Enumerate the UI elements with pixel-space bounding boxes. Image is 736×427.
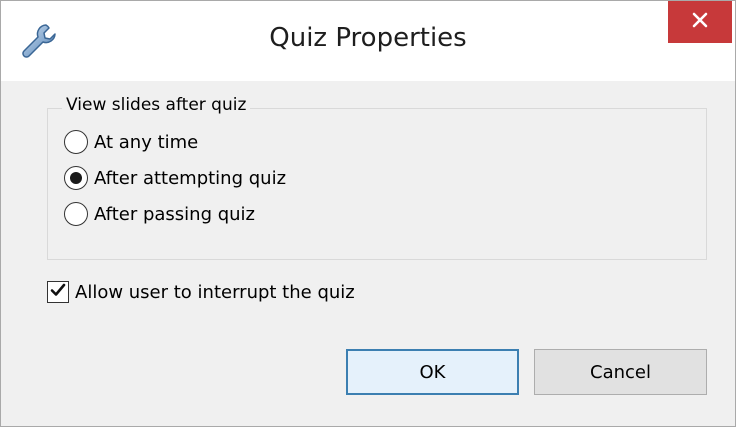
allow-interrupt-checkbox[interactable] — [47, 281, 69, 303]
radio-circle[interactable] — [64, 166, 88, 190]
radio-selected-dot — [70, 172, 82, 184]
radio-circle[interactable] — [64, 202, 88, 226]
view-slides-groupbox: View slides after quiz At any time After… — [47, 95, 707, 260]
checkmark-icon — [49, 281, 67, 304]
quiz-properties-dialog: Quiz Properties View slides after quiz A… — [0, 0, 736, 427]
title-bar[interactable]: Quiz Properties — [1, 1, 735, 81]
close-icon — [692, 12, 708, 32]
cancel-button[interactable]: Cancel — [534, 349, 707, 395]
group-legend: View slides after quiz — [62, 95, 251, 115]
radio-at-any-time[interactable]: At any time — [64, 130, 198, 154]
radio-label: After attempting quiz — [94, 167, 287, 189]
radio-label: At any time — [94, 131, 199, 153]
radio-circle[interactable] — [64, 130, 88, 154]
radio-label: After passing quiz — [94, 203, 255, 225]
radio-after-attempting-quiz[interactable]: After attempting quiz — [64, 166, 286, 190]
allow-interrupt-checkbox-row[interactable]: Allow user to interrupt the quiz — [47, 281, 355, 303]
close-button[interactable] — [668, 1, 732, 43]
dialog-title: Quiz Properties — [269, 23, 467, 53]
ok-button[interactable]: OK — [346, 349, 519, 395]
checkbox-label: Allow user to interrupt the quiz — [75, 281, 355, 303]
radio-after-passing-quiz[interactable]: After passing quiz — [64, 202, 255, 226]
dialog-content: View slides after quiz At any time After… — [1, 81, 735, 426]
